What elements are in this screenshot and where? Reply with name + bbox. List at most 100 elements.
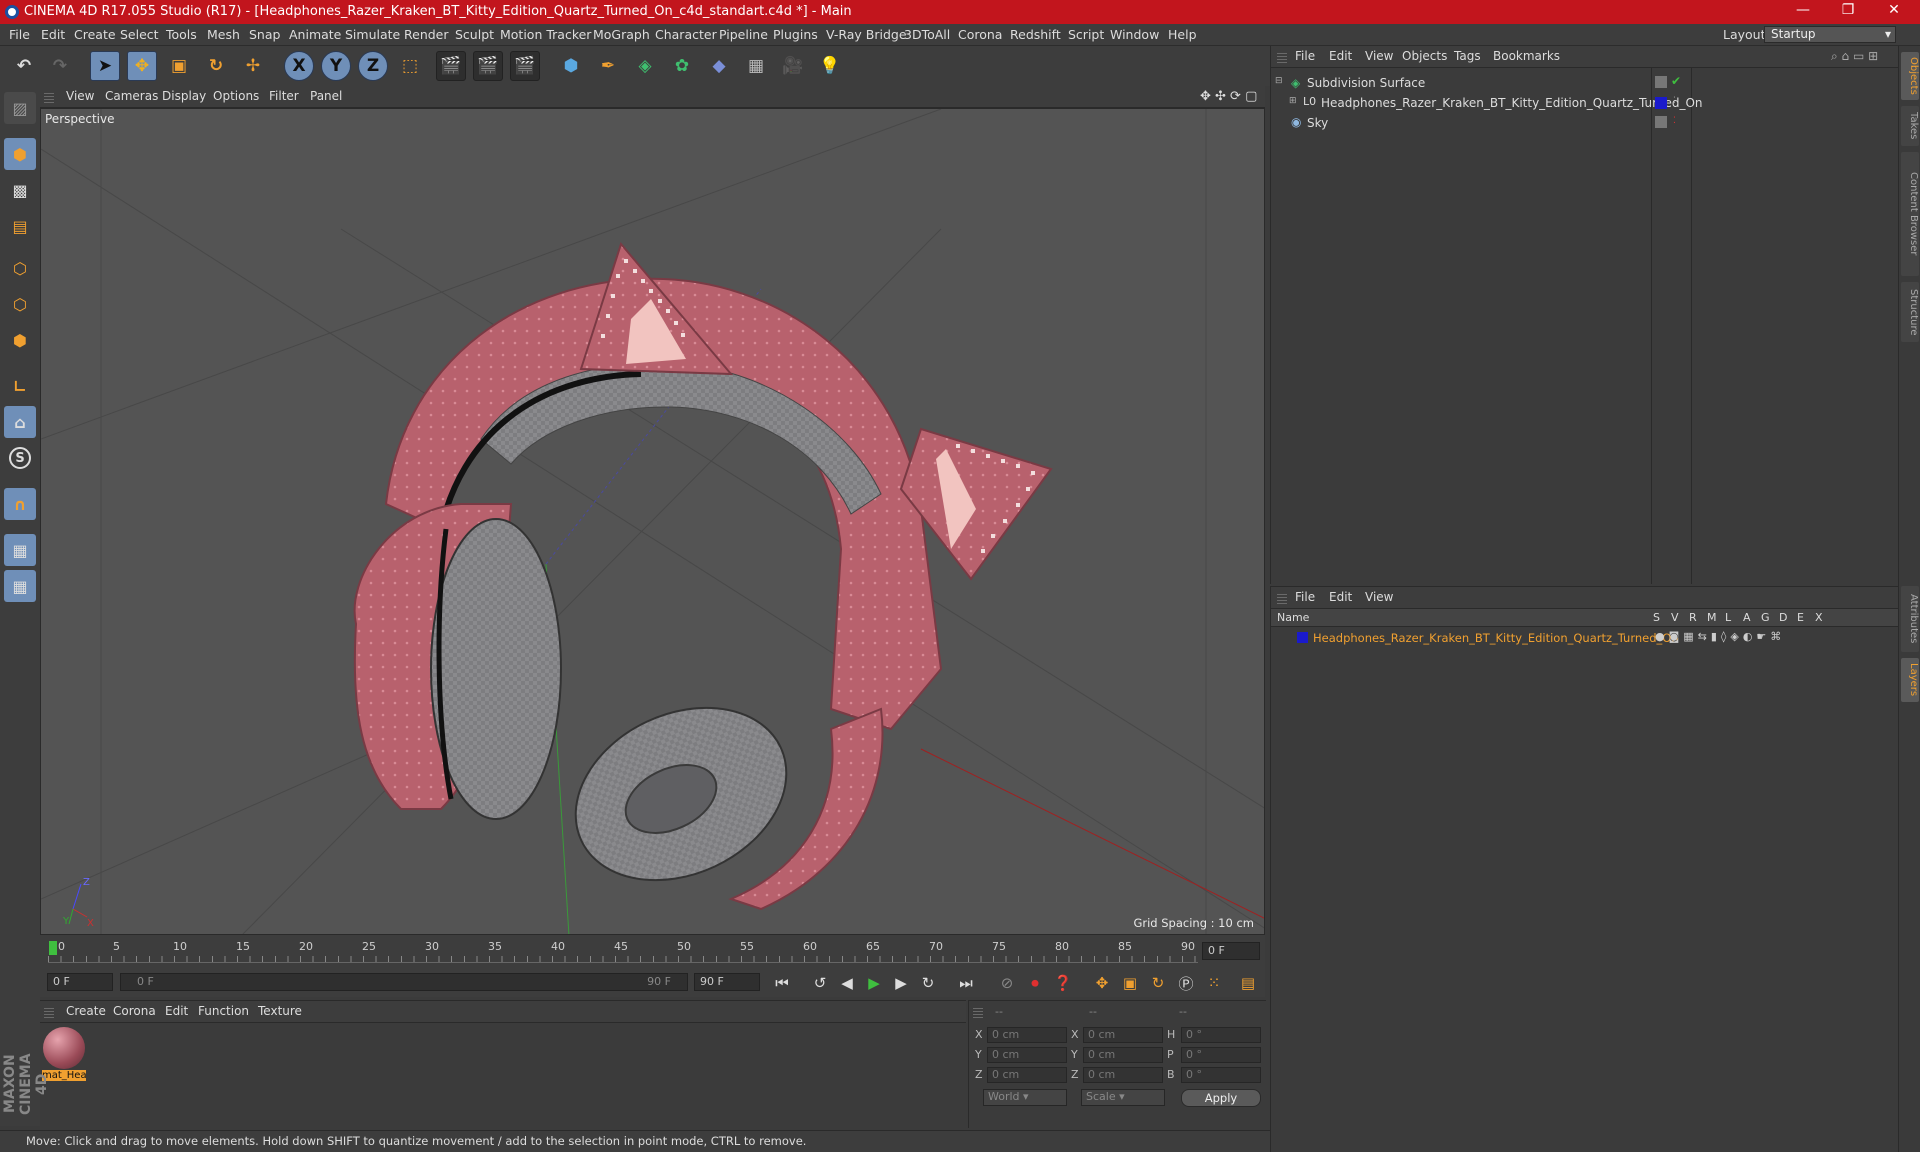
light-button[interactable]: 💡 [815, 51, 845, 81]
object-menu-objects[interactable]: Objects [1402, 49, 1447, 63]
axis-mode-button[interactable]: ∟ [4, 370, 36, 402]
key-pla-button[interactable]: ⁙ [1202, 971, 1226, 995]
magnet-button[interactable]: ∩ [4, 488, 36, 520]
menu-window[interactable]: Window [1110, 27, 1159, 42]
material-menu-corona[interactable]: Corona [113, 1004, 156, 1018]
rot-b-field[interactable]: 0 ° [1181, 1067, 1261, 1083]
undo-button[interactable]: ↶ [9, 51, 39, 81]
pen-spline-button[interactable]: ✒ [593, 51, 623, 81]
menu-character[interactable]: Character [655, 27, 717, 42]
cube-object-button[interactable]: ⬢ [556, 51, 586, 81]
play-button[interactable]: ▶ [862, 971, 886, 995]
tab-content-browser[interactable]: Content Browser [1901, 152, 1919, 276]
edges-mode-button[interactable]: ⬡ [4, 288, 36, 320]
object-menu-file[interactable]: File [1295, 49, 1315, 63]
auto-keying-button[interactable]: ⏺ [1023, 971, 1047, 995]
previous-key-button[interactable]: ↺ [808, 971, 832, 995]
tab-structure[interactable]: Structure [1901, 282, 1919, 342]
object-row-subdivision[interactable]: ⊟ ◈ Subdivision Surface ✔ [1271, 74, 1899, 94]
viewport-menu-display[interactable]: Display [162, 89, 206, 103]
size-mode-select[interactable]: Scale ▾ [1081, 1089, 1165, 1106]
menu-redshift[interactable]: Redshift [1010, 27, 1061, 42]
viewport-menu-options[interactable]: Options [213, 89, 259, 103]
object-row-sky[interactable]: ◉ Sky ⁚ [1271, 114, 1899, 134]
object-menu-tags[interactable]: Tags [1454, 49, 1481, 63]
perspective-viewport[interactable]: Z X Y Perspective Grid Spacing : 10 cm [40, 108, 1265, 935]
key-position-button[interactable]: ✥ [1090, 971, 1114, 995]
y-axis-button[interactable]: Y [321, 51, 351, 81]
timeline-window-button[interactable]: ▤ [1236, 971, 1260, 995]
material-menu-texture[interactable]: Texture [258, 1004, 302, 1018]
menu-plugins[interactable]: Plugins [773, 27, 818, 42]
object-menu-view[interactable]: View [1365, 49, 1393, 63]
layer-menu-file[interactable]: File [1295, 590, 1315, 604]
planar-workplane-button[interactable]: ▦ [4, 570, 36, 602]
array-button[interactable]: ✿ [667, 51, 697, 81]
rotate-tool-button[interactable]: ↻ [201, 51, 231, 81]
menu-snap[interactable]: Snap [249, 27, 280, 42]
timeline-ruler[interactable]: 0 5 10 15 20 25 30 35 40 45 50 55 60 65 … [40, 935, 1265, 967]
menu-corona[interactable]: Corona [958, 27, 1002, 42]
subdivision-surface-button[interactable]: ◈ [630, 51, 660, 81]
close-button[interactable]: ✕ [1874, 2, 1914, 22]
scale-tool-button[interactable]: ▣ [164, 51, 194, 81]
tab-layers[interactable]: Layers [1901, 658, 1919, 702]
minimize-button[interactable]: — [1783, 2, 1823, 22]
viewport-menu-view[interactable]: View [66, 89, 94, 103]
check-icon[interactable]: ✔ [1671, 74, 1681, 88]
layer-menu-view[interactable]: View [1365, 590, 1393, 604]
menu-3dtoall[interactable]: 3DToAll [904, 27, 950, 42]
viewport-nav-icons[interactable]: ✥ ✣ ⟳ ▢ [1200, 89, 1257, 104]
lock-workplane-button[interactable]: ▦ [4, 534, 36, 566]
start-frame-field[interactable]: 0 F [47, 973, 113, 991]
object-row-headphones[interactable]: ⊞ L0 Headphones_Razer_Kraken_BT_Kitty_Ed… [1271, 94, 1899, 114]
layout-select[interactable]: Startup ▾ [1764, 26, 1896, 43]
deformer-button[interactable]: ◆ [704, 51, 734, 81]
menu-create[interactable]: Create [74, 27, 116, 42]
pos-y-field[interactable]: 0 cm [987, 1047, 1067, 1063]
visibility-dots-icon[interactable]: ⁚ [1673, 96, 1676, 106]
material-menu-function[interactable]: Function [198, 1004, 249, 1018]
render-settings-button[interactable]: 🎬 [510, 51, 540, 81]
layer-toggle-icons[interactable]: ●◙▦⇆▮◊◈◐☛⌘ [1655, 630, 1785, 643]
floor-button[interactable]: ▦ [741, 51, 771, 81]
menu-animate[interactable]: Animate [289, 27, 341, 42]
layer-menu-edit[interactable]: Edit [1329, 590, 1352, 604]
menu-edit[interactable]: Edit [41, 27, 65, 42]
current-frame-field[interactable]: 0 F [1202, 942, 1260, 960]
points-mode-button[interactable]: ⬡ [4, 252, 36, 284]
menu-file[interactable]: File [9, 27, 30, 42]
menu-render[interactable]: Render [404, 27, 449, 42]
texture-mode-button[interactable]: ▩ [4, 174, 36, 206]
layer-color-swatch[interactable] [1297, 632, 1308, 643]
apply-button[interactable]: Apply [1181, 1089, 1261, 1107]
layer-row[interactable]: Headphones_Razer_Kraken_BT_Kitty_Edition… [1271, 629, 1899, 649]
object-menu-edit[interactable]: Edit [1329, 49, 1352, 63]
menu-pipeline[interactable]: Pipeline [719, 27, 768, 42]
move-tool-button[interactable]: ✥ [127, 51, 157, 81]
visibility-dots-icon[interactable]: ⁚ [1673, 116, 1676, 126]
pos-z-field[interactable]: 0 cm [987, 1067, 1067, 1083]
snap-button[interactable]: S [4, 442, 36, 474]
menu-help[interactable]: Help [1168, 27, 1197, 42]
viewport-menu-cameras[interactable]: Cameras [105, 89, 158, 103]
menu-vray-bridge[interactable]: V-Ray Bridge [826, 27, 907, 42]
camera-button[interactable]: 🎥 [778, 51, 808, 81]
tweak-mode-button[interactable]: ⌂ [4, 406, 36, 438]
key-scale-button[interactable]: ▣ [1118, 971, 1142, 995]
previous-frame-button[interactable]: ◀ [835, 971, 859, 995]
material-menu-edit[interactable]: Edit [165, 1004, 188, 1018]
object-menu-bookmarks[interactable]: Bookmarks [1493, 49, 1560, 63]
menu-select[interactable]: Select [120, 27, 159, 42]
frame-range-slider[interactable]: 0 F 90 F [120, 973, 688, 991]
menu-mesh[interactable]: Mesh [207, 27, 240, 42]
transform-tool-button[interactable]: ✢ [238, 51, 268, 81]
go-to-end-button[interactable]: ⏭ [954, 971, 978, 995]
end-frame-field[interactable]: 90 F [694, 973, 760, 991]
tab-takes[interactable]: Takes [1901, 106, 1919, 146]
object-toolbar-icons[interactable]: ⌕ ⌂ ▭ ⊞ [1831, 49, 1878, 64]
timeline-playhead[interactable] [49, 941, 57, 955]
rot-p-field[interactable]: 0 ° [1181, 1047, 1261, 1063]
tab-attributes[interactable]: Attributes [1901, 586, 1919, 652]
pos-x-field[interactable]: 0 cm [987, 1027, 1067, 1043]
